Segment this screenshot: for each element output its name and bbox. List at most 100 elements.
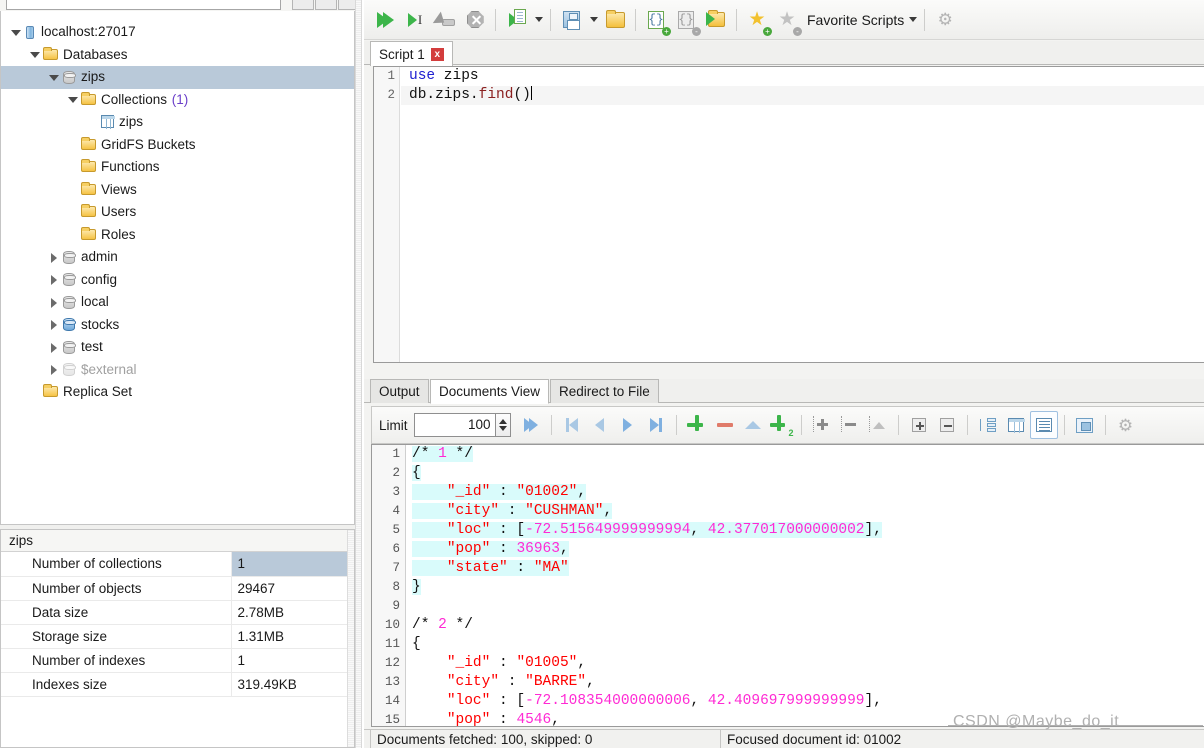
collapse-arrow-icon[interactable]: [47, 341, 60, 354]
document-line[interactable]: "state" : "MA": [407, 559, 1204, 578]
document-line[interactable]: {: [407, 635, 1204, 654]
insert-document-icon[interactable]: [683, 411, 711, 439]
editor-code[interactable]: use zips db.zips.find(): [401, 67, 1204, 362]
document-line[interactable]: }: [407, 578, 1204, 597]
save-caret-icon[interactable]: [586, 5, 600, 35]
tree-item-roles[interactable]: Roles: [1, 224, 354, 247]
open-folder-icon[interactable]: [600, 5, 630, 35]
expand-arrow-icon[interactable]: [47, 71, 60, 84]
info-row[interactable]: Number of objects 29467: [1, 576, 354, 601]
tree-view-icon[interactable]: [974, 411, 1002, 439]
limit-input[interactable]: 100: [413, 413, 496, 437]
refresh-button[interactable]: [315, 0, 337, 10]
script-tab[interactable]: Script 1 x: [370, 41, 453, 66]
editor-line[interactable]: use zips: [401, 67, 1204, 86]
document-line[interactable]: "pop" : 36963,: [407, 540, 1204, 559]
documents-json[interactable]: /* 1 */{ "_id" : "01002", "city" : "CUSH…: [407, 445, 1204, 726]
tree-item-zips[interactable]: zips: [1, 111, 354, 134]
info-row[interactable]: Data size 2.78MB: [1, 600, 354, 625]
tree-item-functions[interactable]: Functions: [1, 156, 354, 179]
script-editor[interactable]: 12 use zips db.zips.find(): [373, 66, 1204, 363]
run-to-end-icon[interactable]: [517, 411, 545, 439]
collapse-all-icon[interactable]: [933, 411, 961, 439]
document-line[interactable]: "_id" : "01005",: [407, 654, 1204, 673]
document-line[interactable]: "pop" : 4546,: [407, 711, 1204, 726]
gear-icon[interactable]: ⚙: [930, 5, 960, 35]
documents-view[interactable]: 1 2 3 4 5 6 7 8 9 10 11 12 13 14 15 /* 1 */{ "_id" : "…: [371, 444, 1204, 727]
database-tree-panel[interactable]: localhost:27017 Databases zips Collections …: [0, 11, 355, 525]
collapse-arrow-icon[interactable]: [47, 251, 60, 264]
first-page-icon[interactable]: [558, 411, 586, 439]
stop-icon[interactable]: [430, 5, 460, 35]
tree-item-external[interactable]: $external: [1, 359, 354, 382]
document-line[interactable]: [407, 597, 1204, 616]
tree-item-stocks[interactable]: stocks: [1, 314, 354, 337]
next-page-icon[interactable]: [614, 411, 642, 439]
copy-document-icon[interactable]: 2: [767, 411, 795, 439]
info-row[interactable]: Number of collections 1: [1, 552, 354, 577]
document-line[interactable]: "city" : "CUSHMAN",: [407, 502, 1204, 521]
table-view-icon[interactable]: [1002, 411, 1030, 439]
remove-favorite-icon[interactable]: ★ -: [772, 5, 802, 36]
expand-arrow-icon[interactable]: [66, 93, 79, 106]
collapse-arrow-icon[interactable]: [47, 296, 60, 309]
collapse-arrow-icon[interactable]: [47, 363, 60, 376]
document-line[interactable]: "_id" : "01002",: [407, 483, 1204, 502]
info-row[interactable]: Indexes size 319.49KB: [1, 672, 354, 697]
tree-item-users[interactable]: Users: [1, 201, 354, 224]
tree-item-views[interactable]: Views: [1, 179, 354, 202]
collapse-arrow-icon[interactable]: [47, 273, 60, 286]
expand-all-icon[interactable]: [905, 411, 933, 439]
save-icon[interactable]: [556, 5, 586, 35]
tree-item-localhost-27017[interactable]: localhost:27017: [1, 21, 354, 44]
last-page-icon[interactable]: [642, 411, 670, 439]
tab-output[interactable]: Output: [370, 379, 429, 403]
tab-redirect-to-file[interactable]: Redirect to File: [550, 379, 659, 403]
tree-item-databases[interactable]: Databases: [1, 44, 354, 67]
tree-item-test[interactable]: test: [1, 336, 354, 359]
execute-one-icon[interactable]: I: [400, 5, 430, 35]
collapse-arrow-icon[interactable]: [47, 318, 60, 331]
close-icon[interactable]: x: [430, 47, 444, 61]
edit-field-icon[interactable]: [864, 411, 892, 439]
document-line[interactable]: /* 1 */: [407, 445, 1204, 464]
tree-item-replica-set[interactable]: Replica Set: [1, 381, 354, 404]
document-line[interactable]: {: [407, 464, 1204, 483]
split-view-icon[interactable]: [1071, 411, 1099, 439]
database-tree[interactable]: localhost:27017 Databases zips Collections …: [1, 11, 354, 404]
open-shell-icon[interactable]: [701, 5, 731, 35]
connect-button[interactable]: [292, 0, 314, 10]
execute-all-icon[interactable]: [370, 5, 400, 35]
expand-arrow-icon[interactable]: [9, 26, 22, 39]
execute-script-dropdown-icon[interactable]: I: [501, 5, 531, 35]
add-favorite-icon[interactable]: ★ +: [742, 5, 772, 36]
tree-item-gridfs-buckets[interactable]: GridFS Buckets: [1, 134, 354, 157]
info-vertical-scrollbar[interactable]: [347, 530, 354, 747]
add-field-icon[interactable]: [808, 411, 836, 439]
limit-stepper[interactable]: [495, 413, 511, 437]
document-line[interactable]: "loc" : [-72.515649999999994, 42.3770170…: [407, 521, 1204, 540]
limit-stepper-down-icon[interactable]: [498, 426, 507, 431]
expand-arrow-icon[interactable]: [28, 48, 41, 61]
new-shell-icon[interactable]: {} +: [641, 5, 671, 36]
editor-line[interactable]: db.zips.find(): [401, 86, 1204, 105]
view-settings-icon[interactable]: ⚙: [1112, 411, 1140, 439]
tree-item-zips[interactable]: zips: [1, 66, 354, 89]
tree-item-admin[interactable]: admin: [1, 246, 354, 269]
favorite-scripts-button[interactable]: Favorite Scripts: [802, 5, 919, 35]
execute-script-caret-icon[interactable]: [531, 5, 545, 35]
prev-page-icon[interactable]: [586, 411, 614, 439]
connection-combo[interactable]: [6, 0, 281, 10]
tree-item-local[interactable]: local: [1, 291, 354, 314]
info-row[interactable]: Number of indexes 1: [1, 648, 354, 673]
document-line[interactable]: "city" : "BARRE",: [407, 673, 1204, 692]
limit-stepper-up-icon[interactable]: [498, 419, 507, 424]
tab-documents-view[interactable]: Documents View: [430, 379, 550, 404]
left-panel-scrollbar[interactable]: [355, 0, 362, 748]
json-view-icon[interactable]: [1029, 411, 1058, 439]
revert-icon[interactable]: [739, 411, 767, 439]
duplicate-shell-icon[interactable]: {} -: [671, 5, 701, 36]
tree-item-collections[interactable]: Collections (1): [1, 89, 354, 112]
info-row[interactable]: Storage size 1.31MB: [1, 624, 354, 649]
document-line[interactable]: /* 2 */: [407, 616, 1204, 635]
